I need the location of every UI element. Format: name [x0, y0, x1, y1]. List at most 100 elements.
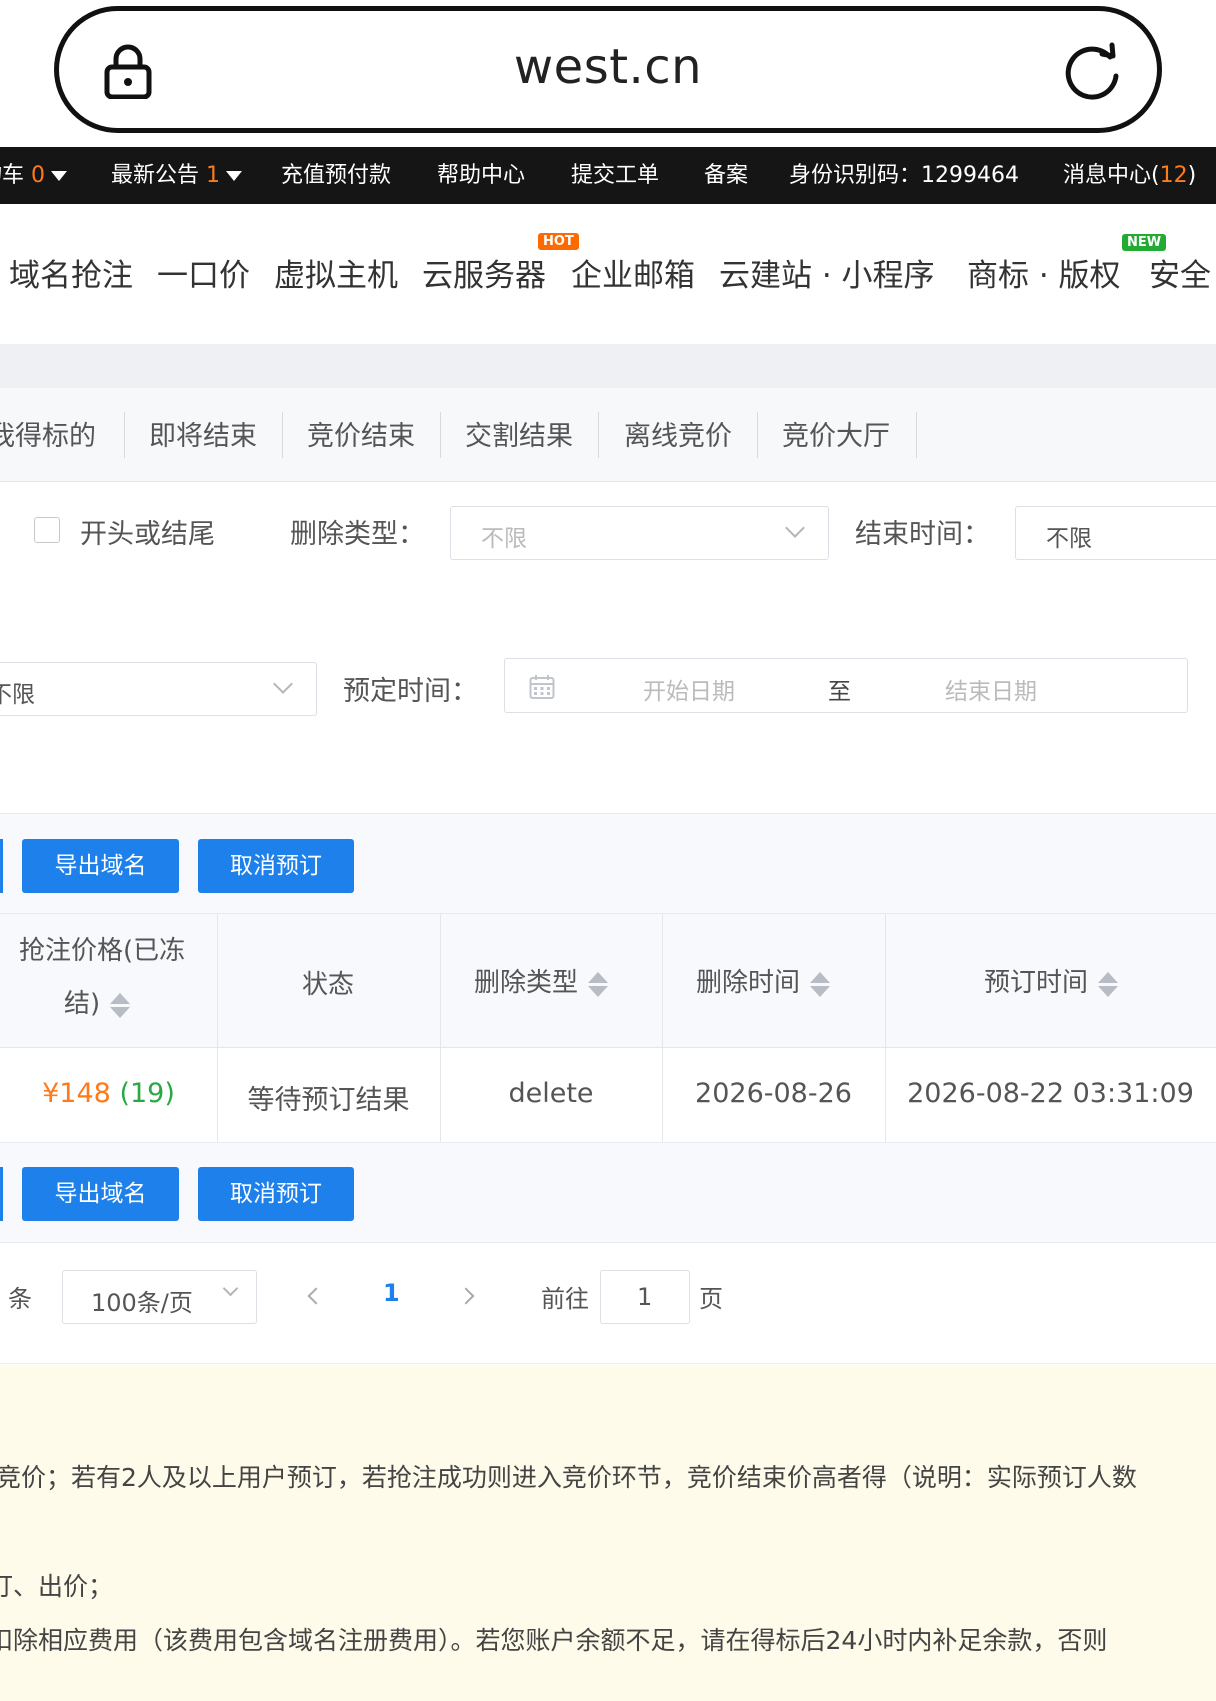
- end-time-value: 不限: [1046, 526, 1092, 552]
- filter-select-value: 不限: [0, 682, 35, 708]
- price-header-line1: 抢注价格(已冻: [19, 936, 186, 966]
- end-time-select[interactable]: 不限: [1015, 506, 1216, 560]
- cart-label: 购物车: [0, 163, 25, 188]
- tab-divider: [440, 412, 441, 458]
- cancel-booking-button[interactable]: 取消预订: [198, 839, 354, 893]
- delete-type-select[interactable]: 不限: [450, 506, 829, 560]
- tab-my-won[interactable]: 我得标的: [0, 414, 96, 453]
- nav-item-trademark[interactable]: 商标 · 版权: [967, 250, 1121, 295]
- dropdown-triangle-icon: [226, 171, 243, 181]
- table-row[interactable]: ¥148 (19) 等待预订结果 delete 2026-08-26 2026-…: [0, 1048, 1216, 1143]
- cell-status: 等待预订结果: [247, 1085, 410, 1116]
- page-size-value: 100条/页: [91, 1289, 193, 1317]
- date-range-separator: 至: [828, 679, 851, 705]
- page-suffix: 页: [699, 1285, 723, 1313]
- msg-count: 12: [1159, 163, 1188, 188]
- goto-label: 前往: [541, 1285, 589, 1313]
- prev-page-icon[interactable]: [307, 1287, 325, 1305]
- price-header-line2-wrap: 结): [64, 983, 185, 1020]
- nav-item-enterprise-mail[interactable]: 企业邮箱: [571, 250, 695, 295]
- next-page-icon[interactable]: [457, 1287, 475, 1305]
- recharge-link[interactable]: 充值预付款: [281, 147, 391, 204]
- column-divider: [217, 914, 218, 1048]
- nav-item-virtual-host[interactable]: 虚拟主机: [274, 250, 398, 295]
- bidder-count: (19): [119, 1078, 175, 1109]
- cell-price: ¥148 (19): [0, 1078, 217, 1109]
- action-toolbar-top: 导出域名 取消预订: [0, 813, 1216, 914]
- nav-item-fixed-price[interactable]: 一口价: [157, 250, 250, 295]
- tab-delivery-result[interactable]: 交割结果: [465, 414, 573, 453]
- goto-page-value: 1: [637, 1283, 653, 1311]
- cancel-booking-button[interactable]: 取消预订: [198, 1167, 354, 1221]
- reload-icon[interactable]: [1061, 40, 1123, 102]
- sort-icon[interactable]: [810, 970, 831, 998]
- total-count-suffix: 条: [8, 1285, 32, 1313]
- tab-auction-hall[interactable]: 竞价大厅: [782, 414, 890, 453]
- nav-item-security[interactable]: 安全: [1149, 250, 1211, 295]
- start-date-input[interactable]: 开始日期: [643, 672, 735, 706]
- calendar-icon: [529, 675, 555, 699]
- price-header-line2: 结): [64, 989, 101, 1019]
- tab-auction-ended[interactable]: 竞价结束: [307, 414, 415, 453]
- id-code: 身份识别码：1299464: [789, 147, 1019, 204]
- cell-booking-time: 2026-08-22 03:31:09: [907, 1078, 1194, 1109]
- booking-time-header-label: 预订时间: [984, 968, 1089, 998]
- export-domains-button[interactable]: 导出域名: [22, 1167, 179, 1221]
- delete-type-header-label: 删除类型: [474, 968, 579, 998]
- cart-link[interactable]: 购物车 0: [0, 147, 68, 204]
- nav-item-site-builder[interactable]: 云建站 · 小程序: [719, 250, 935, 295]
- page-size-select[interactable]: 100条/页: [62, 1270, 257, 1324]
- new-badge: NEW: [1122, 234, 1167, 251]
- id-code-value: 1299464: [921, 163, 1019, 188]
- chevron-down-icon: [222, 1280, 239, 1297]
- beian-link[interactable]: 备案: [704, 147, 748, 204]
- column-header-status: 状态: [302, 970, 355, 1000]
- dropdown-triangle-icon: [51, 171, 68, 181]
- tab-ending-soon[interactable]: 即将结束: [149, 414, 257, 453]
- partial-button[interactable]: [0, 839, 3, 893]
- delete-type-label: 删除类型：: [290, 519, 425, 550]
- partial-button[interactable]: [0, 1167, 3, 1221]
- tab-divider: [124, 412, 125, 458]
- help-link[interactable]: 帮助中心: [437, 147, 525, 204]
- goto-page-input[interactable]: 1: [600, 1270, 690, 1324]
- export-domains-button[interactable]: 导出域名: [22, 839, 179, 893]
- column-header-delete-time[interactable]: 删除时间: [696, 962, 831, 999]
- booking-date-range[interactable]: 开始日期 至 结束日期: [504, 658, 1188, 713]
- message-center-link[interactable]: 消息中心(12): [1063, 147, 1196, 204]
- ticket-link[interactable]: 提交工单: [571, 147, 659, 204]
- section-spacer: [0, 344, 1216, 388]
- tab-offline-auction[interactable]: 离线竞价: [624, 414, 732, 453]
- tab-divider: [757, 412, 758, 458]
- column-header-booking-time[interactable]: 预订时间: [984, 962, 1119, 999]
- sort-icon[interactable]: [588, 970, 609, 998]
- column-header-price[interactable]: 抢注价格(已冻 结): [19, 930, 185, 1020]
- table-header: 抢注价格(已冻 结) 状态 删除类型 删除时间 预订时间: [0, 914, 1216, 1048]
- notice-line-1: 竞价；若有2人及以上用户预订，若抢注成功则进入竞价环节，竞价结束价高者得（说明：…: [0, 1463, 1137, 1492]
- tab-divider: [598, 412, 599, 458]
- delete-type-value: 不限: [481, 526, 527, 552]
- sort-icon[interactable]: [110, 991, 131, 1019]
- action-toolbar-bottom: 导出域名 取消预订: [0, 1142, 1216, 1243]
- column-header-delete-type[interactable]: 删除类型: [474, 962, 609, 999]
- nav-item-cloud-server[interactable]: 云服务器: [422, 250, 546, 295]
- price-value: ¥148: [42, 1078, 111, 1109]
- starts-or-ends-label: 开头或结尾: [80, 519, 215, 550]
- address-bar[interactable]: west.cn: [54, 6, 1162, 133]
- msg-prefix: 消息中心(: [1063, 163, 1160, 188]
- sort-icon[interactable]: [1098, 970, 1119, 998]
- url-text[interactable]: west.cn: [59, 39, 1157, 95]
- cell-delete-time: 2026-08-26: [695, 1078, 852, 1109]
- auction-tabs: 我得标的 即将结束 竞价结束 交割结果 离线竞价 竞价大厅: [0, 388, 1216, 482]
- delete-time-header-label: 删除时间: [696, 968, 801, 998]
- announce-count: 1: [206, 163, 221, 188]
- cell-delete-type: delete: [508, 1078, 594, 1109]
- page-number-current[interactable]: 1: [383, 1279, 400, 1307]
- announce-link[interactable]: 最新公告 1: [111, 147, 243, 204]
- end-date-input[interactable]: 结束日期: [945, 672, 1037, 706]
- nav-item-domain-snap[interactable]: 域名抢注: [9, 250, 133, 295]
- filter-select[interactable]: 不限: [0, 662, 317, 716]
- column-divider: [662, 914, 663, 1048]
- notice-line-2: 订、出价；: [0, 1572, 114, 1601]
- starts-or-ends-checkbox[interactable]: [34, 517, 60, 543]
